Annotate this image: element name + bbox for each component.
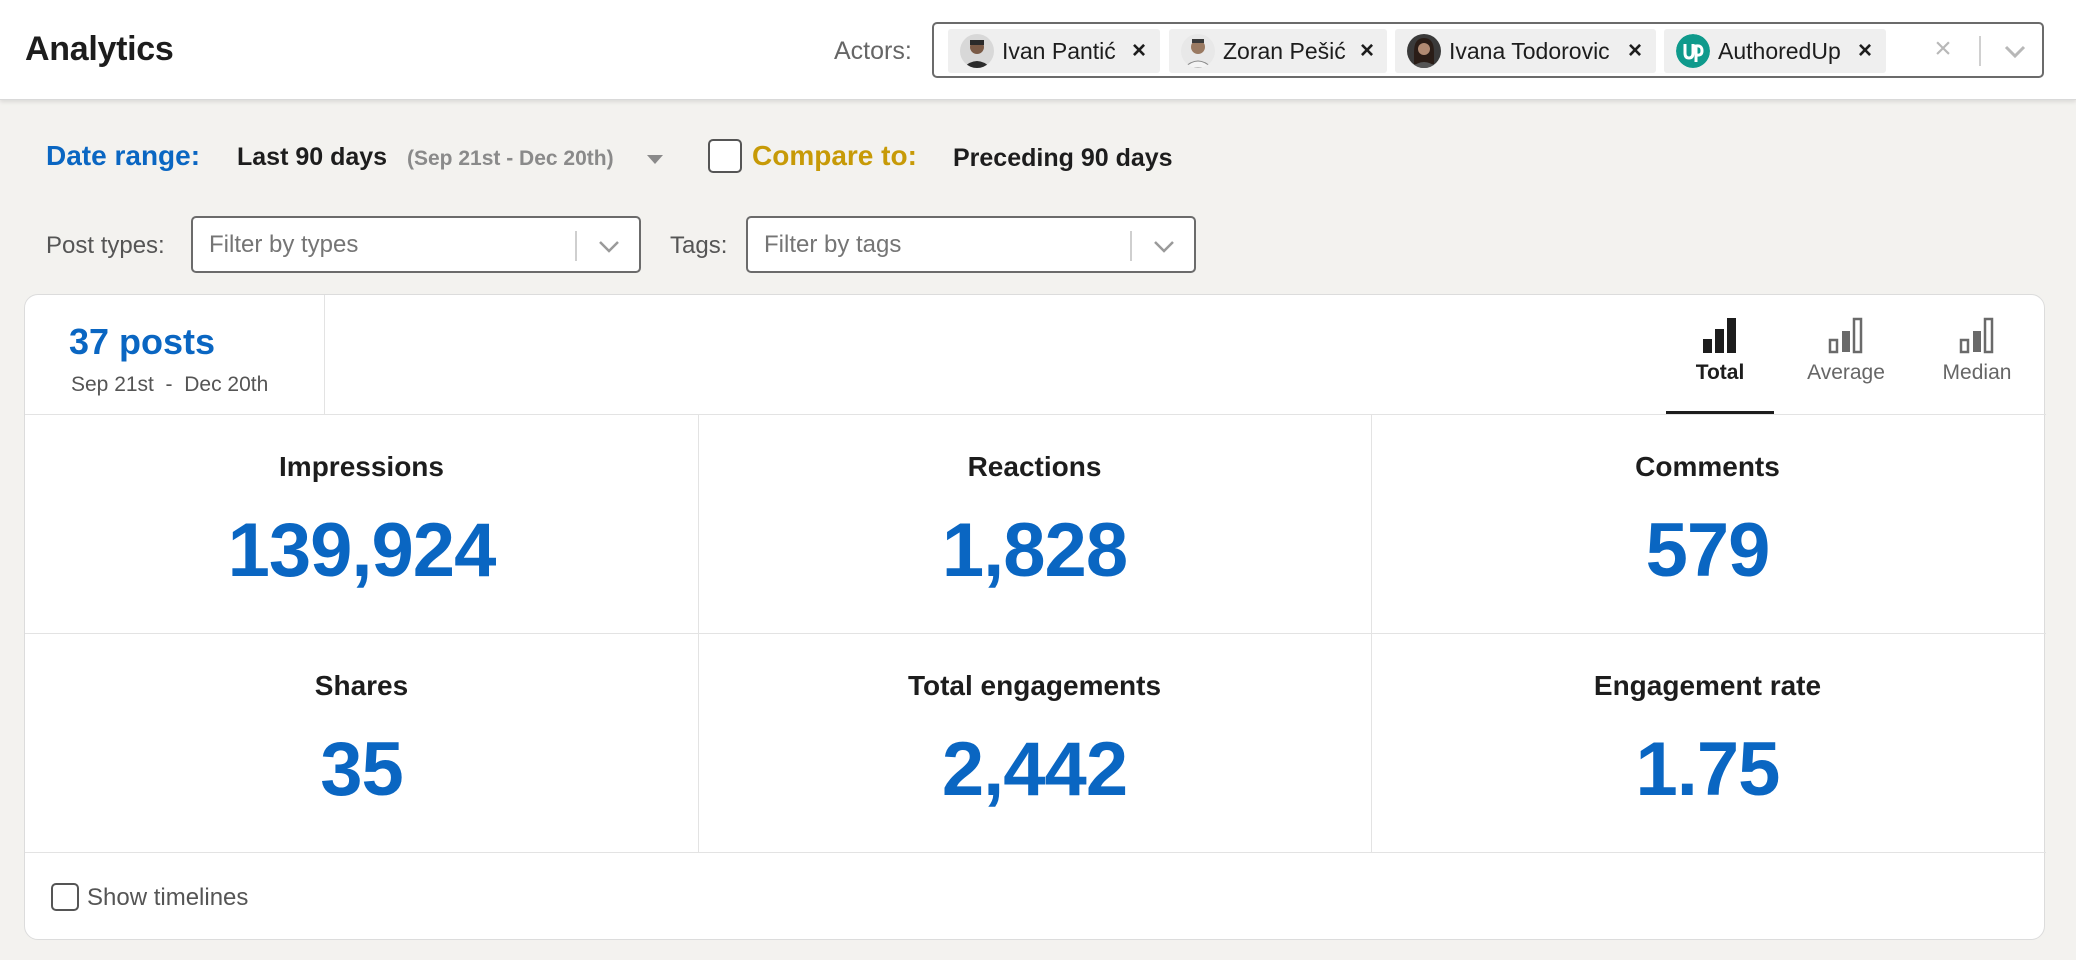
- post-types-input[interactable]: [209, 231, 559, 259]
- compare-period-select[interactable]: Preceding 90 days: [953, 144, 1173, 173]
- metric-value: 139,924: [227, 508, 497, 593]
- date-range-dates[interactable]: (Sep 21st - Dec 20th): [407, 147, 614, 171]
- tab-median[interactable]: Median: [1923, 315, 2031, 385]
- remove-actor-icon[interactable]: ×: [1128, 37, 1150, 65]
- metric-title: Comments: [1635, 451, 1780, 482]
- actor-chip-label: Ivana Todorovic: [1449, 38, 1610, 64]
- bar-chart-median-icon: [1959, 317, 1994, 354]
- chevron-down-icon[interactable]: [593, 230, 625, 262]
- page-title: Analytics: [25, 30, 174, 68]
- tab-total[interactable]: Total: [1666, 315, 1774, 385]
- posts-count: 37 posts: [69, 321, 216, 362]
- actor-chip-label: Ivan Pantić: [1002, 38, 1116, 64]
- tab-label: Median: [1942, 361, 2012, 384]
- metric-title: Engagement rate: [1593, 670, 1822, 701]
- bar-chart-filled-icon: [1703, 318, 1736, 353]
- metric-title: Impressions: [279, 451, 444, 482]
- metric-title: Shares: [314, 670, 409, 701]
- top-bar: Analytics Actors: Ivan Pantić × Zoran Pe…: [0, 0, 2076, 100]
- divider: [1979, 36, 1981, 66]
- bar-chart-average-icon: [1828, 317, 1863, 354]
- actor-chip-zoran-pesic: Zoran Pešić ×: [1169, 29, 1387, 73]
- actors-label: Actors:: [834, 37, 912, 65]
- show-timelines-label[interactable]: Show timelines: [87, 884, 248, 912]
- actor-chip-label: AuthoredUp: [1718, 38, 1841, 64]
- metric-value: 1,828: [941, 508, 1128, 593]
- caret-down-icon[interactable]: [647, 155, 663, 164]
- compare-label[interactable]: Compare to:: [752, 140, 917, 172]
- actor-chip-ivana-todorovic: Ivana Todorovic ×: [1395, 29, 1656, 73]
- remove-actor-icon[interactable]: ×: [1356, 37, 1378, 65]
- remove-actor-icon[interactable]: ×: [1854, 37, 1876, 65]
- metric-comments: Comments 579: [1371, 415, 2044, 634]
- metric-impressions: Impressions 139,924: [25, 415, 698, 634]
- tab-average[interactable]: Average: [1792, 315, 1900, 385]
- post-types-select[interactable]: [191, 216, 641, 273]
- date-range-select[interactable]: Last 90 days: [237, 143, 387, 172]
- chevron-down-icon[interactable]: [1148, 230, 1180, 262]
- metric-total-engagements: Total engagements 2,442: [698, 634, 1371, 853]
- authoredup-logo-icon: [1676, 34, 1710, 68]
- actor-chip-authoredup: AuthoredUp ×: [1664, 29, 1886, 73]
- actor-chip-label: Zoran Pešić: [1223, 38, 1346, 64]
- divider: [1130, 231, 1132, 261]
- metric-value: 1.75: [1635, 727, 1781, 812]
- tab-label: Total: [1695, 361, 1745, 384]
- metric-value: 579: [1645, 508, 1771, 593]
- actor-chip-ivan-pantic: Ivan Pantić ×: [948, 29, 1160, 73]
- metric-engagement-rate: Engagement rate 1.75: [1371, 634, 2044, 853]
- show-timelines-checkbox[interactable]: [51, 883, 79, 911]
- avatar-icon: [1181, 34, 1215, 68]
- metric-shares: Shares 35: [25, 634, 698, 853]
- tags-select[interactable]: [746, 216, 1196, 273]
- actors-select[interactable]: Ivan Pantić × Zoran Pešić × Ivana Todoro…: [932, 22, 2044, 78]
- posts-date-range: Sep 21st - Dec 20th: [71, 373, 269, 396]
- avatar-icon: [960, 34, 994, 68]
- remove-actor-icon[interactable]: ×: [1624, 37, 1646, 65]
- metric-reactions: Reactions 1,828: [698, 415, 1371, 634]
- metric-value: 2,442: [941, 727, 1128, 812]
- divider: [575, 231, 577, 261]
- metric-value: 35: [320, 727, 404, 812]
- avatar-icon: [1407, 34, 1441, 68]
- chevron-down-icon[interactable]: [2000, 36, 2030, 66]
- analytics-card: 37 posts Sep 21st - Dec 20th Total Avera…: [24, 294, 2046, 940]
- metric-title: Total engagements: [907, 670, 1162, 701]
- tags-label: Tags:: [670, 232, 728, 259]
- tags-input[interactable]: [764, 231, 1114, 259]
- posts-summary: 37 posts Sep 21st - Dec 20th: [25, 295, 325, 415]
- post-types-label: Post types:: [46, 232, 165, 259]
- tab-label: Average: [1807, 361, 1885, 384]
- compare-checkbox[interactable]: [708, 139, 742, 173]
- date-range-label: Date range:: [46, 140, 201, 171]
- clear-actors-icon[interactable]: ×: [1928, 34, 1958, 64]
- metric-title: Reactions: [967, 451, 1102, 482]
